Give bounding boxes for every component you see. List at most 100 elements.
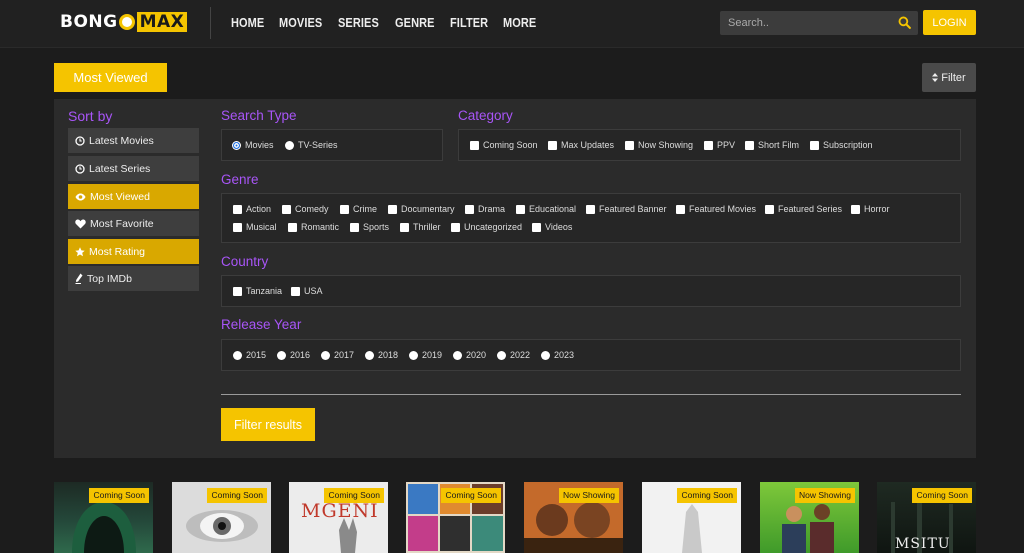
sort-most-favorite[interactable]: Most Favorite xyxy=(68,211,199,236)
movie-poster[interactable]: Coming Soon xyxy=(54,482,153,553)
brand-logo[interactable]: BONG MAX xyxy=(60,11,188,33)
genre-documentary[interactable]: Documentary xyxy=(388,204,455,214)
checkbox[interactable] xyxy=(745,140,754,150)
movie-poster[interactable]: Coming Soon xyxy=(172,482,271,553)
checkbox[interactable] xyxy=(388,204,397,214)
checkbox[interactable] xyxy=(586,204,595,214)
checkbox[interactable] xyxy=(451,222,460,232)
sort-latest-series[interactable]: Latest Series xyxy=(68,156,199,181)
checkbox[interactable] xyxy=(532,222,541,232)
radio-button[interactable] xyxy=(497,350,506,360)
radio-button[interactable] xyxy=(453,350,462,360)
nav-home[interactable]: HOME xyxy=(231,16,264,30)
radio-button[interactable] xyxy=(285,140,294,150)
radio-button[interactable] xyxy=(409,350,418,360)
checkbox[interactable] xyxy=(291,286,300,296)
genre-featured-movies[interactable]: Featured Movies xyxy=(676,204,756,214)
genre-videos[interactable]: Videos xyxy=(532,222,572,232)
year-2019[interactable]: 2019 xyxy=(409,350,442,360)
checkbox[interactable] xyxy=(516,204,525,214)
nav-genre[interactable]: GENRE xyxy=(395,16,435,30)
checkbox[interactable] xyxy=(350,222,359,232)
year-2022[interactable]: 2022 xyxy=(497,350,530,360)
option-label: 2022 xyxy=(510,350,531,360)
year-2016[interactable]: 2016 xyxy=(277,350,310,360)
category-subscription[interactable]: Subscription xyxy=(810,140,873,150)
checkbox[interactable] xyxy=(851,204,860,214)
radio-button[interactable] xyxy=(233,350,242,360)
nav-series[interactable]: SERIES xyxy=(338,16,379,30)
genre-featured-banner[interactable]: Featured Banner xyxy=(586,204,667,214)
checkbox[interactable] xyxy=(765,204,774,214)
radio-button[interactable] xyxy=(365,350,374,360)
most-viewed-tab[interactable]: Most Viewed xyxy=(54,63,167,92)
checkbox[interactable] xyxy=(282,204,291,214)
checkbox[interactable] xyxy=(625,140,634,150)
genre-sports[interactable]: Sports xyxy=(350,222,389,232)
genre-action[interactable]: Action xyxy=(233,204,271,214)
radio-button[interactable] xyxy=(541,350,550,360)
year-2018[interactable]: 2018 xyxy=(365,350,398,360)
genre-comedy[interactable]: Comedy xyxy=(282,204,329,214)
category-ppv[interactable]: PPV xyxy=(704,140,735,150)
login-button[interactable]: LOGIN xyxy=(923,10,976,35)
movie-poster[interactable]: MGENI Coming Soon xyxy=(289,482,388,553)
genre-drama[interactable]: Drama xyxy=(465,204,505,214)
movie-poster[interactable]: Coming Soon xyxy=(406,482,505,553)
year-2015[interactable]: 2015 xyxy=(233,350,266,360)
genre-uncategorized[interactable]: Uncategorized xyxy=(451,222,522,232)
checkbox[interactable] xyxy=(465,204,474,214)
search-input[interactable] xyxy=(728,15,888,31)
sort-top-imdb[interactable]: Top IMDb xyxy=(68,266,199,291)
genre-horror[interactable]: Horror xyxy=(851,204,890,214)
checkbox[interactable] xyxy=(233,204,242,214)
genre-featured-series[interactable]: Featured Series xyxy=(765,204,842,214)
category-short-film[interactable]: Short Film xyxy=(745,140,799,150)
sort-most-viewed[interactable]: Most Viewed xyxy=(68,184,199,209)
movie-poster[interactable]: MSITU Coming Soon xyxy=(877,482,976,553)
genre-crime[interactable]: Crime xyxy=(340,204,377,214)
radio-button[interactable] xyxy=(232,140,241,150)
movie-poster[interactable]: Coming Soon xyxy=(642,482,741,553)
search-type-movies[interactable]: Movies xyxy=(232,140,274,150)
checkbox[interactable] xyxy=(704,140,713,150)
nav-movies[interactable]: MOVIES xyxy=(279,16,322,30)
checkbox[interactable] xyxy=(548,140,557,150)
category-coming-soon[interactable]: Coming Soon xyxy=(470,140,538,150)
checkbox[interactable] xyxy=(400,222,409,232)
search-type-tv-series[interactable]: TV-Series xyxy=(285,140,338,150)
checkbox[interactable] xyxy=(810,140,819,150)
year-2017[interactable]: 2017 xyxy=(321,350,354,360)
genre-thriller[interactable]: Thriller xyxy=(400,222,441,232)
category-now-showing[interactable]: Now Showing xyxy=(625,140,693,150)
option-label: 2020 xyxy=(466,350,487,360)
movie-poster[interactable]: Now Showing xyxy=(524,482,623,553)
category-max-updates[interactable]: Max Updates xyxy=(548,140,614,150)
checkbox[interactable] xyxy=(288,222,297,232)
genre-educational[interactable]: Educational xyxy=(516,204,576,214)
sort-most-rating[interactable]: Most Rating xyxy=(68,239,199,264)
sort-latest-movies[interactable]: Latest Movies xyxy=(68,128,199,153)
year-2020[interactable]: 2020 xyxy=(453,350,486,360)
nav-more[interactable]: MORE xyxy=(503,16,536,30)
movie-poster[interactable]: Now Showing xyxy=(760,482,859,553)
checkbox[interactable] xyxy=(676,204,685,214)
option-label: Musical xyxy=(246,222,277,232)
option-label: Romantic xyxy=(301,222,340,232)
radio-button[interactable] xyxy=(321,350,330,360)
logo-ring xyxy=(118,14,135,30)
nav-filter[interactable]: FILTER xyxy=(450,16,488,30)
search-icon[interactable] xyxy=(898,16,911,29)
country-usa[interactable]: USA xyxy=(291,286,323,296)
filter-results-button[interactable]: Filter results xyxy=(221,408,315,441)
checkbox[interactable] xyxy=(233,286,242,296)
genre-musical[interactable]: Musical xyxy=(233,222,277,232)
checkbox[interactable] xyxy=(233,222,242,232)
checkbox[interactable] xyxy=(340,204,349,214)
genre-romantic[interactable]: Romantic xyxy=(288,222,339,232)
filter-toggle-button[interactable]: Filter xyxy=(922,63,976,92)
radio-button[interactable] xyxy=(277,350,286,360)
country-tanzania[interactable]: Tanzania xyxy=(233,286,282,296)
checkbox[interactable] xyxy=(470,140,479,150)
year-2023[interactable]: 2023 xyxy=(541,350,574,360)
